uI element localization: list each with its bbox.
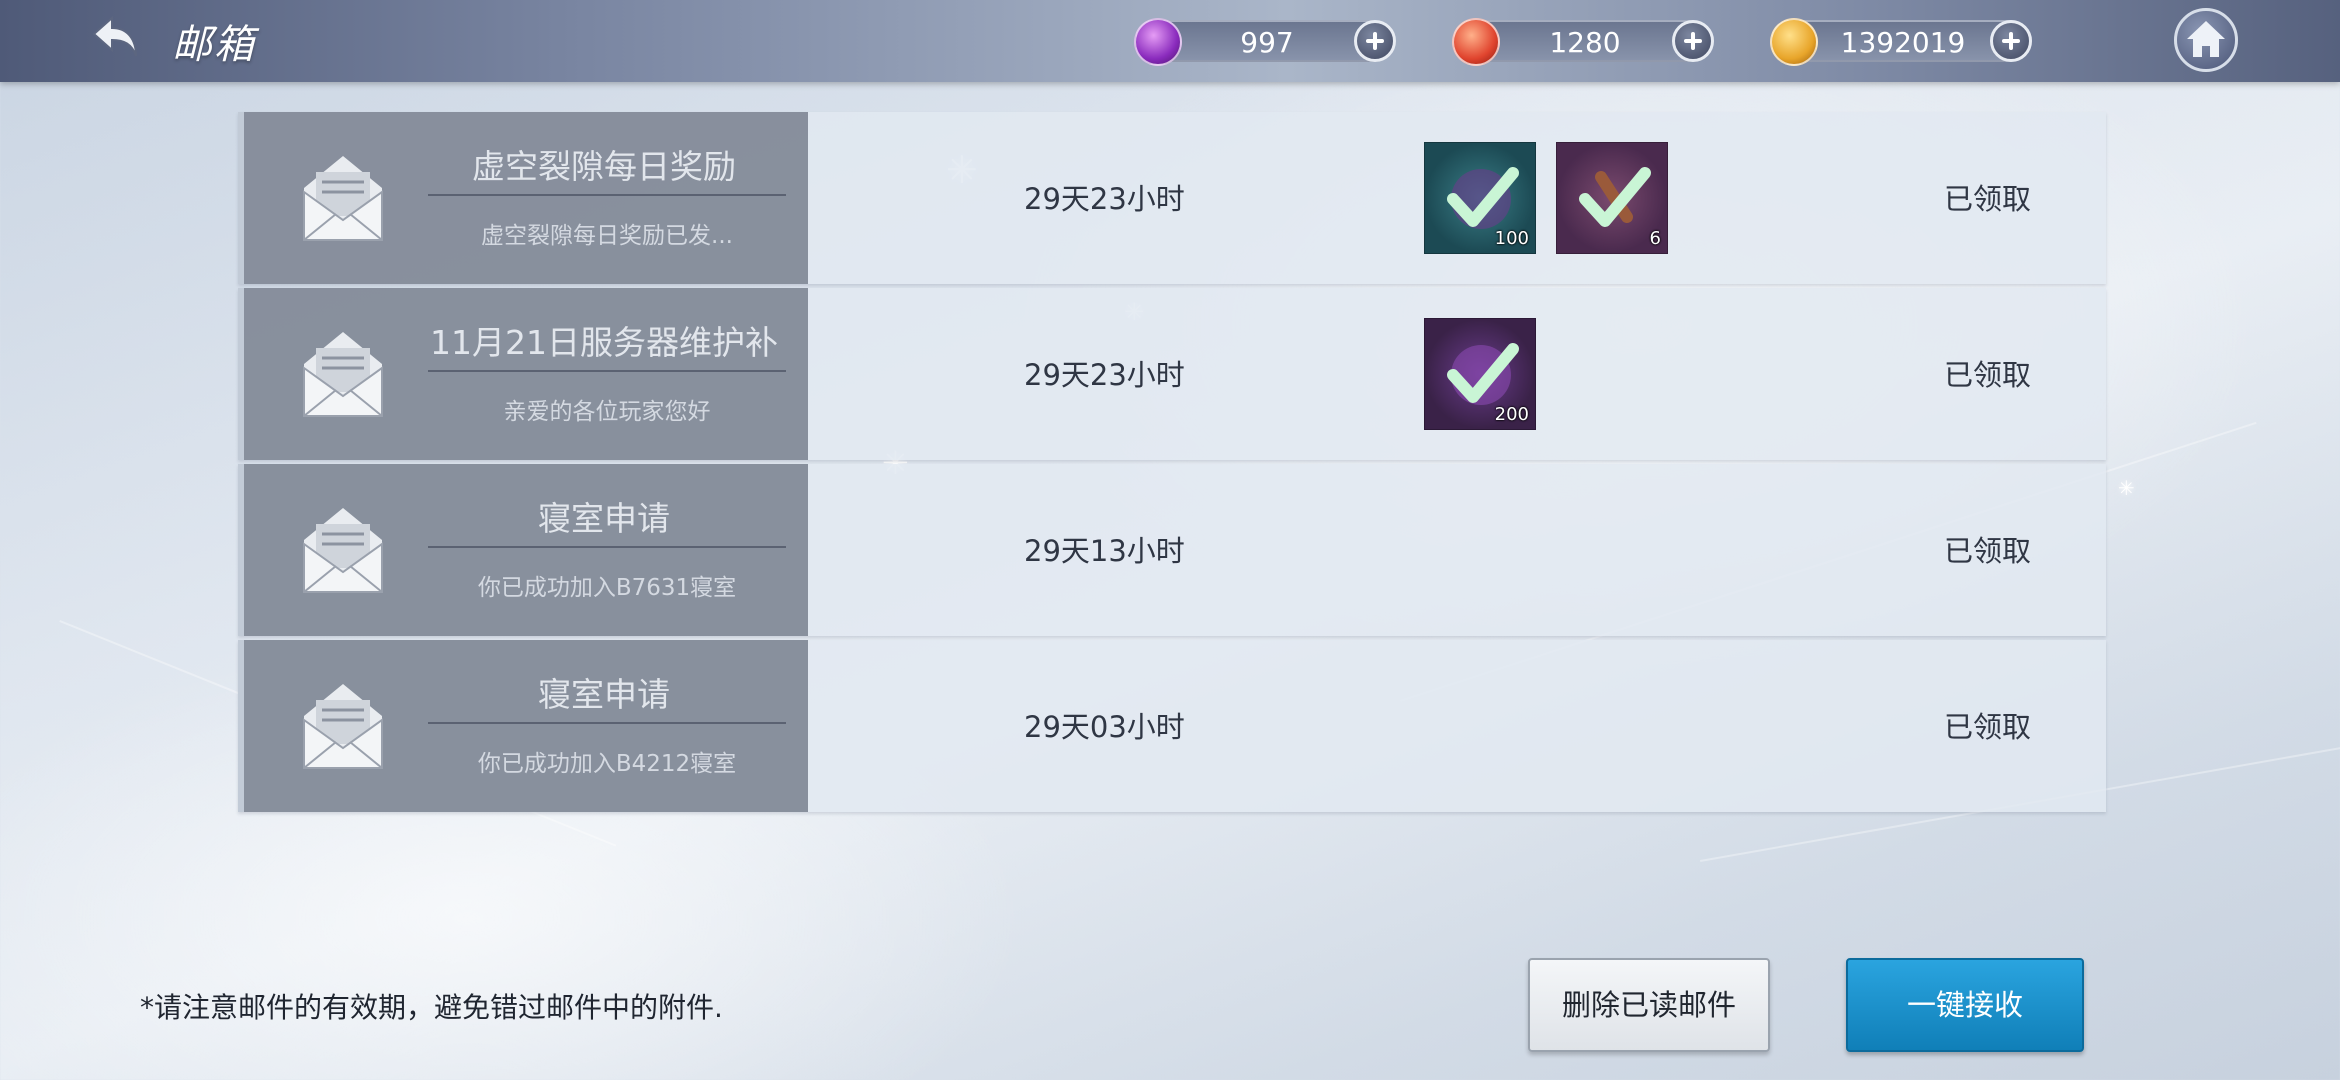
add-purple-gem-button[interactable] [1354,20,1396,62]
page-title: 邮箱 [172,22,256,68]
claimed-check-icon [1579,167,1651,227]
mail-subtitle: 亲爱的各位玩家您好 [503,399,711,425]
mail-item[interactable]: 虚空裂隙每日奖励 虚空裂隙每日奖励已发... 29天23小时 100 6 已领取 [238,112,2106,284]
attachment-qty: 6 [1649,228,1661,249]
mail-title: 寝室申请 [538,675,670,714]
home-icon [2187,21,2225,57]
back-button[interactable] [88,12,148,68]
envelope-icon [303,332,383,417]
collect-all-button[interactable]: 一键接收 [1846,958,2084,1052]
mail-list: 虚空裂隙每日奖励 虚空裂隙每日奖励已发... 29天23小时 100 6 已领取 [238,112,2106,816]
currency-red-crystal: 1280 [1452,18,1714,66]
mail-subtitle: 你已成功加入B4212寝室 [477,751,737,777]
divider [428,370,786,372]
divider [428,546,786,548]
mail-title: 虚空裂隙每日奖励 [472,147,736,186]
home-button[interactable] [2174,8,2238,72]
mail-title: 寝室申请 [538,499,670,538]
expiry-notice: *请注意邮件的有效期，避免错过邮件中的附件. [140,991,723,1024]
mail-status: 已领取 [1944,710,2032,744]
mail-time-left: 29天03小时 [1024,710,1185,744]
envelope-icon [303,684,383,769]
mail-subtitle: 虚空裂隙每日奖励已发... [481,223,733,249]
divider [428,722,786,724]
mail-item[interactable]: 寝室申请 你已成功加入B7631寝室 29天13小时 已领取 [238,464,2106,636]
envelope-icon [303,508,383,593]
delete-read-mail-button[interactable]: 删除已读邮件 [1528,958,1770,1052]
mail-time-left: 29天13小时 [1024,534,1185,568]
mail-time-left: 29天23小时 [1024,182,1185,216]
attachment-qty: 100 [1494,228,1529,249]
attachment-item[interactable]: 100 [1424,142,1536,254]
mail-item[interactable]: 11月21日服务器维护补 亲爱的各位玩家您好 29天23小时 200 已领取 [238,288,2106,460]
back-arrow-icon [92,15,137,57]
mail-subtitle: 你已成功加入B7631寝室 [477,575,737,601]
currency-purple-gem: 997 [1134,18,1396,66]
mail-time-left: 29天23小时 [1024,358,1185,392]
attachment-qty: 200 [1494,404,1529,425]
add-red-crystal-button[interactable] [1672,20,1714,62]
add-gold-coin-button[interactable] [1990,20,2032,62]
attachment-item[interactable]: 6 [1556,142,1668,254]
mail-header: 寝室申请 你已成功加入B4212寝室 [244,640,808,812]
attachment-item[interactable]: 200 [1424,318,1536,430]
mail-status: 已领取 [1944,358,2032,392]
mail-status: 已领取 [1944,182,2032,216]
mail-status: 已领取 [1944,534,2032,568]
sparkle: ✳ [2118,476,2135,500]
mail-title: 11月21日服务器维护补 [430,323,778,362]
currency-gold-coin: 1392019 [1770,18,2032,66]
mail-header: 11月21日服务器维护补 亲爱的各位玩家您好 [244,288,808,460]
envelope-icon [303,156,383,241]
divider [428,194,786,196]
mail-item[interactable]: 寝室申请 你已成功加入B4212寝室 29天03小时 已领取 [238,640,2106,812]
top-bar: 邮箱 997 1280 1392019 [0,0,2340,82]
mail-header: 虚空裂隙每日奖励 虚空裂隙每日奖励已发... [244,112,808,284]
mail-header: 寝室申请 你已成功加入B7631寝室 [244,464,808,636]
